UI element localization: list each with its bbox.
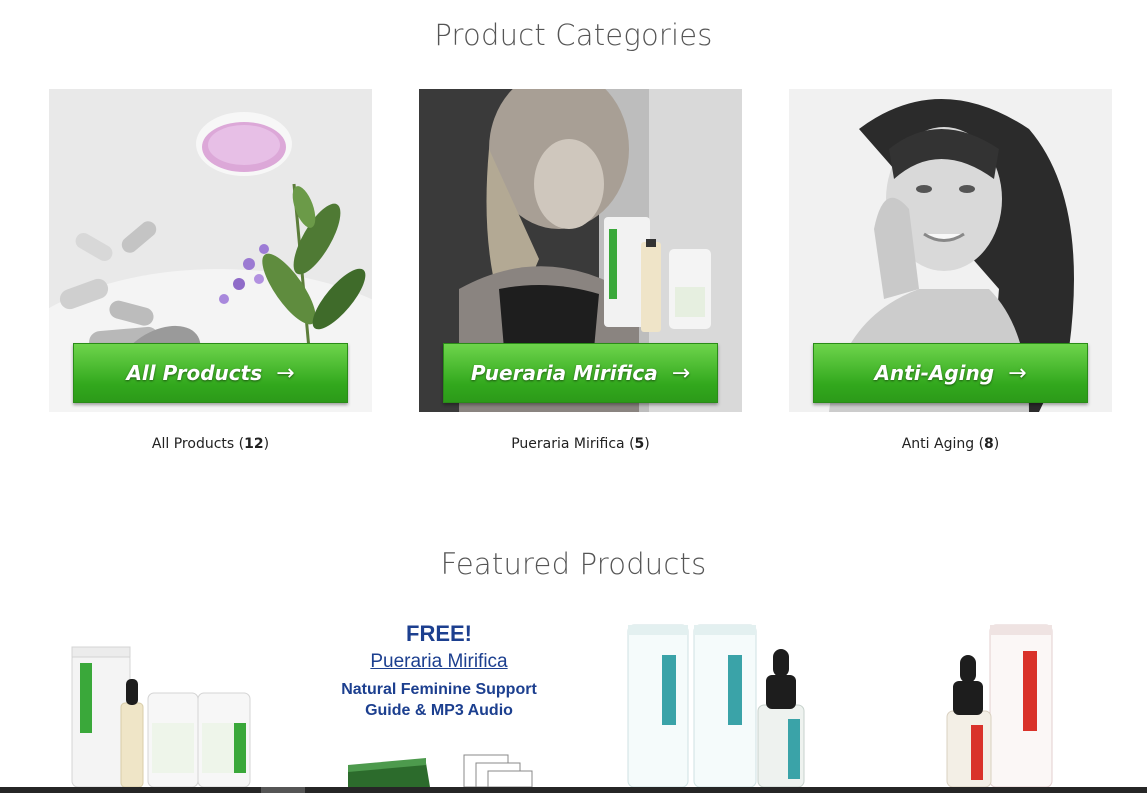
featured-product-pueraria-set[interactable]: [66, 615, 262, 787]
category-caption-anti-aging[interactable]: Anti Aging (8): [789, 436, 1112, 452]
paren-close: ): [993, 436, 1000, 452]
anti-aging-button[interactable]: Anti-Aging →: [813, 343, 1088, 403]
scrollbar-thumb[interactable]: [261, 787, 305, 793]
arrow-right-icon: →: [1008, 360, 1027, 386]
category-card-all-products[interactable]: All Products →: [49, 89, 372, 412]
caption-label: Anti Aging: [901, 436, 975, 452]
category-caption-pueraria-mirifica[interactable]: Pueraria Mirifica (5): [419, 436, 742, 452]
pueraria-mirifica-button[interactable]: Pueraria Mirifica →: [443, 343, 718, 403]
caption-label: Pueraria Mirifica: [511, 436, 625, 452]
promo-subtitle-line2: Guide & MP3 Audio: [365, 702, 513, 719]
all-products-button-label: All Products: [126, 361, 263, 385]
caption-label: All Products: [151, 436, 235, 452]
categories-heading: Product Categories: [434, 18, 713, 52]
pueraria-mirifica-button-label: Pueraria Mirifica: [470, 361, 658, 385]
promo-free-label: FREE!: [406, 621, 472, 646]
featured-heading: Featured Products: [440, 547, 707, 581]
arrow-right-icon: →: [671, 360, 691, 386]
featured-product-eye-cream-set[interactable]: [935, 615, 1070, 787]
arrow-right-icon: →: [276, 360, 295, 386]
category-caption-all-products[interactable]: All Products (12): [49, 436, 372, 452]
featured-product-skin-set[interactable]: [620, 615, 820, 787]
featured-product-free-guide[interactable]: FREE! Pueraria Mirifica Natural Feminine…: [326, 615, 552, 787]
category-card-anti-aging[interactable]: Anti-Aging →: [789, 89, 1112, 412]
category-card-pueraria-mirifica[interactable]: Pueraria Mirifica →: [419, 89, 742, 412]
product-image: [946, 624, 1053, 787]
promo-title-link[interactable]: Pueraria Mirifica: [326, 651, 552, 673]
paren-close: ): [644, 436, 650, 452]
product-image: [627, 624, 805, 787]
category-count: 5: [634, 436, 645, 452]
bottom-scrollbar[interactable]: [0, 787, 1147, 793]
category-count: 8: [984, 436, 994, 452]
anti-aging-button-label: Anti-Aging: [874, 361, 995, 385]
paren-close: ): [263, 436, 270, 452]
product-image: [71, 646, 251, 787]
promo-subtitle-line1: Natural Feminine Support: [341, 681, 537, 698]
category-count: 12: [244, 436, 264, 452]
all-products-button[interactable]: All Products →: [73, 343, 348, 403]
